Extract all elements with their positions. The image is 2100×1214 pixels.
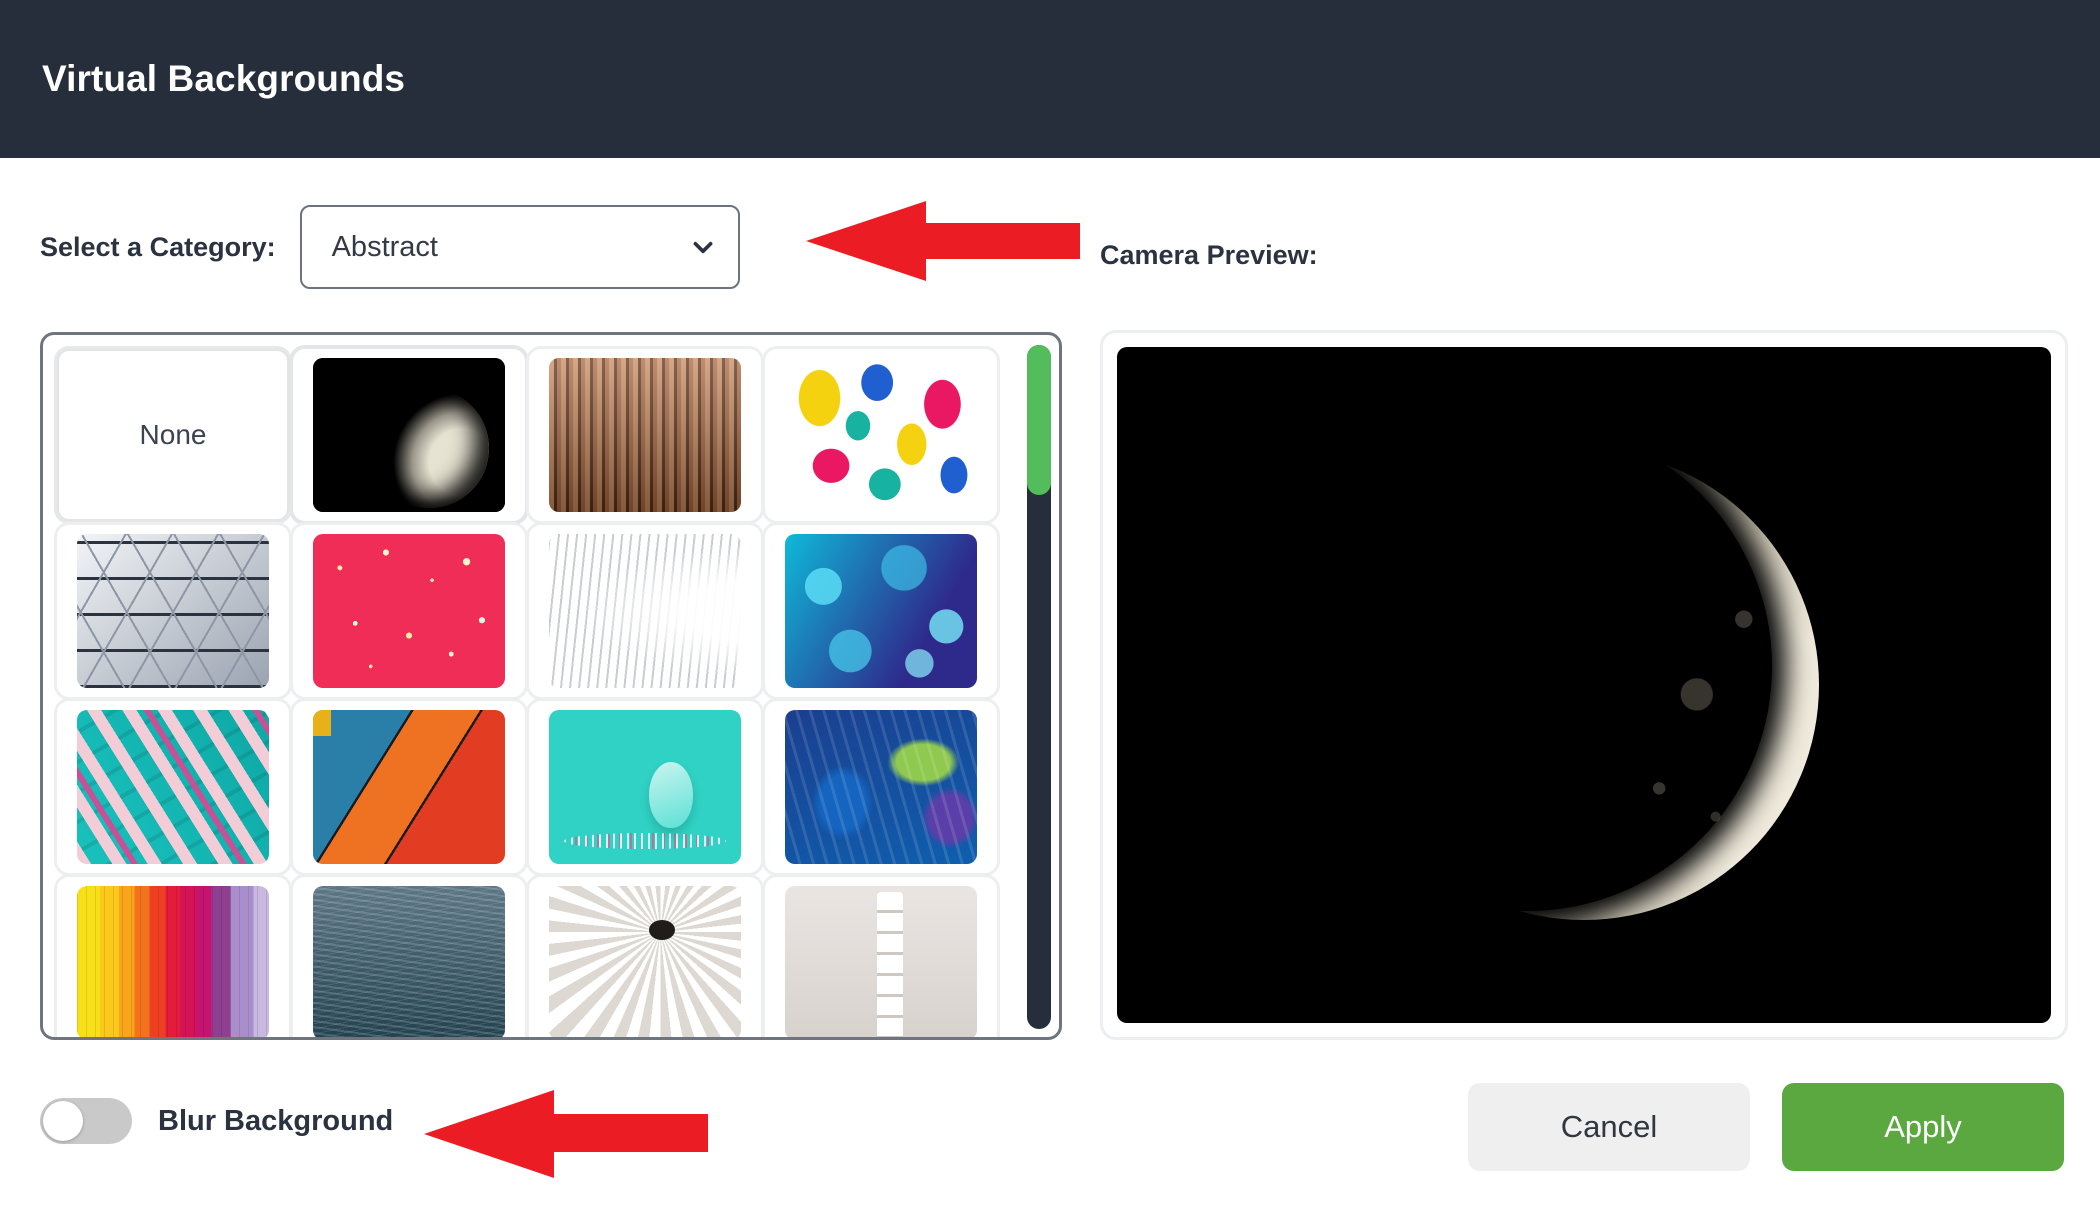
cancel-button[interactable]: Cancel — [1468, 1083, 1750, 1171]
thumbnail-image-teal-pink-shards — [77, 710, 269, 864]
thumbnail-image-white-spiral — [549, 886, 741, 1037]
thumbnail-white-cubes[interactable] — [765, 877, 997, 1037]
page-title: Virtual Backgrounds — [42, 58, 406, 99]
category-row: Select a Category: Abstract — [40, 205, 740, 289]
camera-preview-label: Camera Preview: — [1100, 240, 1318, 270]
thumbnail-copper-stripes[interactable] — [529, 349, 761, 521]
thumbnail-colorful-paint-splash[interactable] — [765, 349, 997, 521]
thumbnail-teal-glitter-egg[interactable] — [529, 701, 761, 873]
thumbnail-image-orange-blue-diagonal-bands — [313, 710, 505, 864]
thumbnail-image-teal-glitter-egg — [549, 710, 741, 864]
grid-scrollbar-thumb[interactable] — [1027, 345, 1051, 495]
thumbnail-image-blue-textured-paint — [785, 710, 977, 864]
crescent-moon-image — [1283, 421, 1819, 920]
category-label: Select a Category: — [40, 231, 276, 262]
annotation-arrow-category — [806, 198, 1080, 284]
thumbnail-geometric-triangles[interactable] — [57, 525, 289, 697]
dialog-actions: Cancel Apply — [1468, 1083, 2064, 1171]
thumbnail-image-rainbow-stripes — [77, 886, 269, 1037]
thumbnail-image-colorful-paint-splash — [785, 358, 977, 512]
thumbnail-white-curved-architecture[interactable] — [529, 525, 761, 697]
apply-button[interactable]: Apply — [1782, 1083, 2064, 1171]
annotation-arrow-blur — [424, 1088, 708, 1180]
thumbnail-image-crescent-moon — [313, 358, 505, 512]
thumbnail-rainbow-stripes[interactable] — [57, 877, 289, 1037]
thumbnail-white-spiral[interactable] — [529, 877, 761, 1037]
category-dropdown[interactable]: Abstract — [299, 205, 740, 289]
thumbnail-none[interactable]: None — [57, 349, 289, 521]
blur-background-label: Blur Background — [158, 1104, 394, 1137]
toggle-knob — [43, 1101, 83, 1141]
dialog-header: Virtual Backgrounds — [0, 0, 2100, 158]
thumbnail-none-label: None — [139, 419, 207, 450]
blur-background-toggle[interactable] — [40, 1098, 132, 1144]
thumbnail-image-white-cubes — [785, 886, 977, 1037]
thumbnail-image-geometric-triangles — [77, 534, 269, 688]
moon-craters — [1349, 450, 1819, 920]
thumbnail-blue-textured-paint[interactable] — [765, 701, 997, 873]
thumbnail-orange-blue-diagonal-bands[interactable] — [293, 701, 525, 873]
camera-preview-panel — [1100, 330, 2068, 1040]
thumbnail-blue-bokeh[interactable] — [765, 525, 997, 697]
thumbnail-crescent-moon[interactable] — [293, 349, 525, 521]
camera-preview-video — [1117, 347, 2051, 1023]
thumbnail-image-blue-bokeh — [785, 534, 977, 688]
chevron-down-icon — [690, 234, 716, 260]
thumbnail-image-copper-stripes — [549, 358, 741, 512]
thumbnail-pink-glitter[interactable] — [293, 525, 525, 697]
grid-scrollbar-track[interactable] — [1027, 345, 1051, 1029]
category-selected-value: Abstract — [331, 230, 438, 263]
thumbnail-image-ocean-waves — [313, 886, 505, 1037]
thumbnail-ocean-waves[interactable] — [293, 877, 525, 1037]
blur-background-row: Blur Background — [40, 1098, 393, 1144]
virtual-backgrounds-dialog: Virtual Backgrounds Select a Category: A… — [0, 0, 2100, 1214]
thumbnail-teal-pink-shards[interactable] — [57, 701, 289, 873]
thumbnail-image-white-curved-architecture — [549, 534, 741, 688]
background-thumbnail-grid[interactable]: None — [40, 332, 1062, 1040]
thumbnail-image-pink-glitter — [313, 534, 505, 688]
